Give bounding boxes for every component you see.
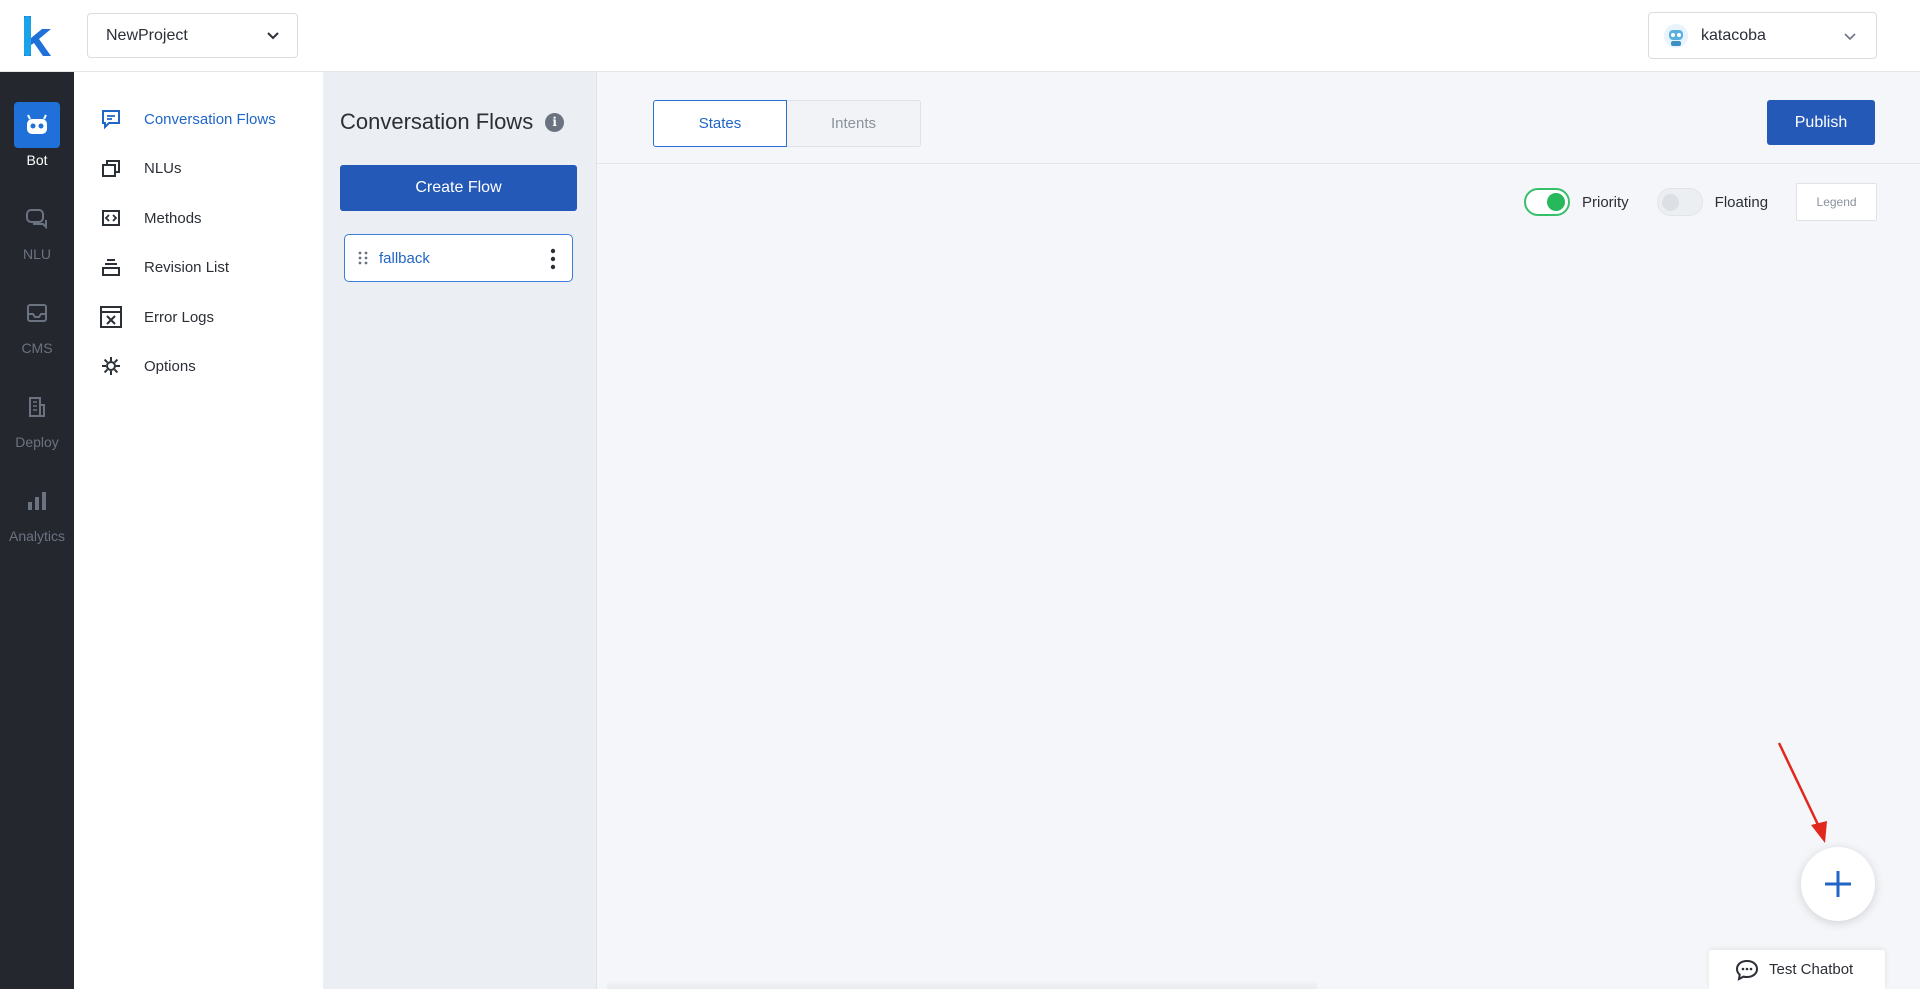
subnav-item-label: Methods	[144, 209, 202, 227]
floating-toggle[interactable]	[1656, 188, 1703, 216]
bar-chart-icon	[14, 478, 60, 524]
test-chatbot-button[interactable]: Test Chatbot	[1709, 950, 1885, 989]
rail-item-cms[interactable]: CMS	[0, 290, 74, 370]
gear-icon	[100, 355, 122, 377]
chevron-down-icon	[1844, 33, 1856, 41]
chevron-down-icon	[267, 32, 279, 40]
code-icon	[100, 207, 122, 229]
rail-item-label: NLU	[22, 246, 51, 262]
subnav-item-error-logs[interactable]: Error Logs	[100, 302, 214, 332]
subnav-item-label: Revision List	[144, 258, 230, 276]
rail-item-analytics[interactable]: Analytics	[0, 478, 74, 558]
subnav-item-nlus[interactable]: NLUs	[100, 153, 182, 183]
subnav-item-label: Error Logs	[144, 308, 215, 326]
canvas-divider	[607, 980, 1317, 989]
chat-bubbles-icon	[14, 196, 60, 242]
flow-list-item[interactable]: fallback	[344, 234, 573, 282]
add-state-button[interactable]	[1801, 847, 1875, 921]
annotation-arrow-icon	[1777, 742, 1827, 843]
subnav-item-methods[interactable]: Methods	[100, 203, 202, 233]
create-flow-button[interactable]: Create Flow	[340, 165, 577, 211]
rail-item-deploy[interactable]: Deploy	[0, 384, 74, 464]
subnav-item-conversation-flows[interactable]: Conversation Flows	[100, 104, 276, 134]
project-dropdown[interactable]: NewProject	[87, 13, 298, 58]
error-window-icon	[100, 306, 122, 328]
user-menu-dropdown[interactable]: katacoba	[1648, 12, 1877, 59]
building-icon	[14, 384, 60, 430]
user-name: katacoba	[1701, 26, 1766, 44]
subnav-item-label: Conversation Flows	[144, 110, 276, 128]
chat-icon	[1735, 959, 1759, 981]
drag-handle-icon[interactable]	[357, 250, 369, 266]
flows-header: Conversation Flows i	[340, 109, 565, 135]
project-name: NewProject	[106, 26, 188, 44]
more-vertical-icon[interactable]	[550, 248, 556, 270]
subnav-item-label: NLUs	[144, 159, 182, 177]
priority-toggle[interactable]	[1524, 188, 1570, 216]
rail-item-label: Analytics	[8, 528, 66, 544]
canvas-toggles: Priority Floating Legend	[1524, 183, 1878, 221]
rail-item-label: Deploy	[15, 434, 59, 450]
subnav-item-label: Options	[144, 357, 196, 375]
priority-label: Priority	[1582, 193, 1629, 211]
floating-label: Floating	[1714, 193, 1769, 211]
plus-icon	[1825, 871, 1851, 897]
kata-logo-icon[interactable]	[20, 14, 54, 58]
avatar	[1664, 23, 1688, 48]
layers-icon	[100, 157, 122, 179]
secondary-nav: Conversation Flows NLUs Methods Revision…	[74, 72, 323, 989]
publish-button[interactable]: Publish	[1767, 100, 1875, 145]
subnav-item-revision-list[interactable]: Revision List	[100, 252, 229, 282]
flow-name: fallback	[379, 249, 430, 267]
rail-item-nlu[interactable]: NLU	[0, 196, 74, 276]
tab-intents[interactable]: Intents	[787, 100, 921, 147]
rail-item-bot[interactable]: Bot	[0, 102, 74, 182]
rail-item-label: CMS	[21, 340, 53, 356]
info-icon[interactable]: i	[545, 112, 565, 132]
legend-button[interactable]: Legend	[1796, 183, 1878, 221]
inbox-icon	[14, 290, 60, 336]
robot-icon	[14, 102, 60, 148]
flows-panel: Conversation Flows i Create Flow fallbac…	[323, 72, 597, 989]
test-chatbot-label: Test Chatbot	[1769, 961, 1854, 978]
rail-item-label: Bot	[26, 152, 48, 168]
flow-canvas: States Intents Publish Priority Floating…	[597, 72, 1920, 989]
top-bar: NewProject katacoba	[0, 0, 1920, 72]
message-icon	[100, 108, 122, 130]
primary-rail: Bot NLU CMS Deploy Analytics	[0, 72, 74, 989]
canvas-header: States Intents Publish	[597, 72, 1920, 164]
subnav-item-options[interactable]: Options	[100, 351, 196, 381]
page-title: Conversation Flows	[340, 109, 534, 134]
view-tabs: States Intents	[653, 100, 921, 147]
stack-icon	[100, 256, 122, 278]
tab-states[interactable]: States	[653, 100, 787, 147]
